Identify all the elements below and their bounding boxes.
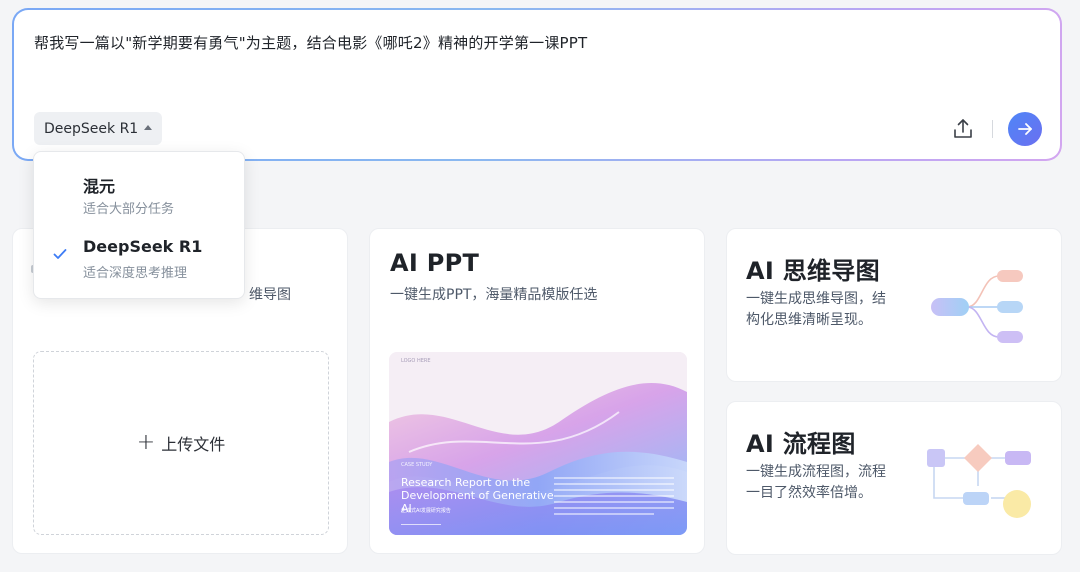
ai-flowchart-title: AI 流程图 <box>746 430 856 458</box>
prompt-input[interactable]: 帮我写一篇以"新学期要有勇气"为主题，结合电影《哪吒2》精神的开学第一课PPT <box>34 32 587 53</box>
ai-flowchart-subtitle: 一键生成流程图，流程一目了然效率倍增。 <box>746 464 886 501</box>
ai-flowchart-card[interactable]: AI 流程图 一键生成流程图，流程一目了然效率倍增。 <box>726 401 1062 555</box>
dropdown-option-deepseek-r1[interactable]: DeepSeek R1 适合深度思考推理 <box>34 234 244 284</box>
thumb-logo: LOGO HERE <box>401 358 431 364</box>
ai-ppt-card[interactable]: AI PPT 一键生成PPT，海量精品模版任选 LOGO HERE CASE S… <box>369 228 705 554</box>
dropdown-option-hunyuan[interactable]: 混元 适合大部分任务 <box>34 170 244 220</box>
thumb-case: CASE STUDY <box>401 462 433 468</box>
option-name: DeepSeek R1 <box>83 237 203 256</box>
ai-mindmap-subtitle: 一键生成思维导图，结构化思维清晰呈现。 <box>746 291 886 328</box>
option-desc: 适合大部分任务 <box>83 202 175 217</box>
ai-mindmap-card[interactable]: AI 思维导图 一键生成思维导图，结构化思维清晰呈现。 <box>726 228 1062 382</box>
prompt-box[interactable]: 帮我写一篇以"新学期要有勇气"为主题，结合电影《哪吒2》精神的开学第一课PPT … <box>12 8 1062 161</box>
upload-file-zone[interactable]: + 上传文件 <box>33 351 329 535</box>
arrow-right-icon <box>1018 123 1032 135</box>
check-icon <box>53 249 67 259</box>
ppt-thumbnail: LOGO HERE CASE STUDY Research Report on … <box>389 352 687 535</box>
ai-mindmap-title: AI 思维导图 <box>746 257 880 285</box>
model-dropdown: 混元 适合大部分任务 DeepSeek R1 适合深度思考推理 <box>33 151 245 299</box>
send-button[interactable] <box>1008 112 1042 146</box>
thumb-subtitle: 生成式AI发展研究报告 <box>401 508 451 514</box>
doc-card-subtitle: 维导图 <box>249 287 291 303</box>
ai-ppt-subtitle: 一键生成PPT，海量精品模版任选 <box>390 287 598 303</box>
plus-icon: + <box>136 430 156 455</box>
caret-up-icon <box>144 125 153 130</box>
mindmap-illustration <box>931 270 1023 343</box>
option-name: 混元 <box>83 177 116 196</box>
model-select[interactable]: DeepSeek R1 <box>34 112 163 145</box>
prompt-inner[interactable]: 帮我写一篇以"新学期要有勇气"为主题，结合电影《哪吒2》精神的开学第一课PPT … <box>14 10 1060 159</box>
flowchart-illustration <box>927 444 1031 518</box>
upload-icon[interactable] <box>950 116 976 142</box>
ai-ppt-title: AI PPT <box>390 249 480 277</box>
option-desc: 适合深度思考推理 <box>83 266 188 281</box>
upload-file-label: 上传文件 <box>161 435 226 454</box>
divider <box>992 120 993 138</box>
model-select-label: DeepSeek R1 <box>44 120 139 137</box>
